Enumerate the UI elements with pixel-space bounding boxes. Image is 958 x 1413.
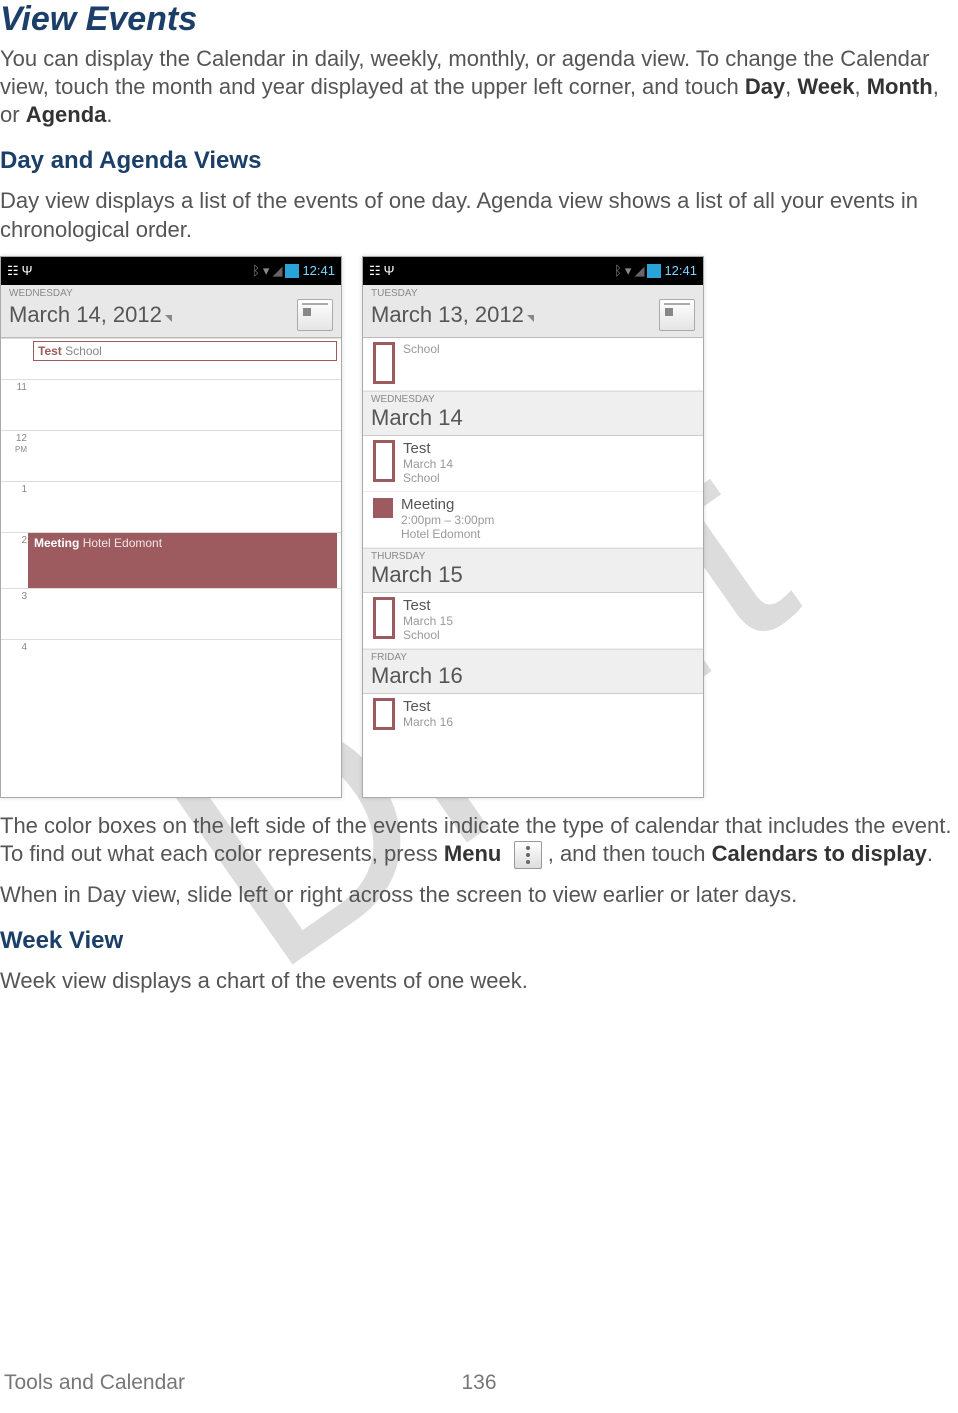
android-icon: ☷ xyxy=(369,263,381,279)
date-selector[interactable]: March 14, 2012 xyxy=(9,302,172,328)
day-agenda-desc: Day view displays a list of the events o… xyxy=(0,187,958,243)
hour-12: 12PM xyxy=(1,431,29,481)
section-day-agenda: Day and Agenda Views xyxy=(0,147,958,175)
section-week: Week View xyxy=(0,927,958,955)
battery-icon xyxy=(647,264,661,278)
agenda-date: March 16 xyxy=(363,663,703,694)
status-bar: ☷ Ψ ᛒ ▾ ◢ 12:41 xyxy=(1,257,341,285)
agenda-dow: WEDNESDAY xyxy=(363,391,703,405)
wifi-icon: ▾ xyxy=(263,263,270,279)
agenda-event[interactable]: School xyxy=(363,338,703,391)
hour-4: 4 xyxy=(1,640,29,690)
color-desc: The color boxes on the left side of the … xyxy=(0,812,958,869)
agenda-event[interactable]: Test March 16 xyxy=(363,694,703,736)
hour-11: 11 xyxy=(1,380,29,430)
hour-label xyxy=(1,339,29,379)
usb-icon: Ψ xyxy=(384,263,395,279)
event-meeting[interactable]: Meeting Hotel Edomont xyxy=(28,533,337,588)
agenda-view-screenshot: ☷ Ψ ᛒ ▾ ◢ 12:41 TUESDAY March 13, 2012 S xyxy=(362,256,704,798)
page-footer: Tools and Calendar 136 xyxy=(0,1371,958,1395)
signal-icon: ◢ xyxy=(634,263,644,279)
agenda-date: March 14 xyxy=(363,405,703,436)
agenda-event[interactable]: Meeting 2:00pm – 3:00pm Hotel Edomont xyxy=(363,492,703,548)
android-icon: ☷ xyxy=(7,263,19,279)
page-title: View Events xyxy=(0,0,958,39)
battery-icon xyxy=(285,264,299,278)
today-icon[interactable] xyxy=(297,299,333,331)
page-number: 136 xyxy=(461,1371,496,1395)
hour-3: 3 xyxy=(1,589,29,639)
agenda-event[interactable]: Test March 14 School xyxy=(363,436,703,492)
agenda-dow: FRIDAY xyxy=(363,649,703,663)
today-icon[interactable] xyxy=(659,299,695,331)
wifi-icon: ▾ xyxy=(625,263,632,279)
week-desc: Week view displays a chart of the events… xyxy=(0,967,958,995)
slide-desc: When in Day view, slide left or right ac… xyxy=(0,881,958,909)
status-time: 12:41 xyxy=(302,263,335,278)
hour-2: 2 xyxy=(1,533,29,588)
status-bar: ☷ Ψ ᛒ ▾ ◢ 12:41 xyxy=(363,257,703,285)
day-of-week: TUESDAY xyxy=(363,285,703,299)
bluetooth-icon: ᛒ xyxy=(252,263,260,278)
agenda-event[interactable]: Test March 15 School xyxy=(363,593,703,649)
bluetooth-icon: ᛒ xyxy=(614,263,622,278)
date-selector[interactable]: March 13, 2012 xyxy=(371,302,534,328)
footer-section: Tools and Calendar xyxy=(4,1371,185,1395)
screenshot-row: ☷ Ψ ᛒ ▾ ◢ 12:41 WEDNESDAY March 14, 2012 xyxy=(0,256,958,798)
agenda-dow: THURSDAY xyxy=(363,548,703,562)
menu-icon xyxy=(514,841,542,869)
status-time: 12:41 xyxy=(664,263,697,278)
usb-icon: Ψ xyxy=(22,263,33,279)
calendar-header: WEDNESDAY March 14, 2012 xyxy=(1,285,341,338)
event-test[interactable]: Test School xyxy=(33,341,337,361)
calendar-header: TUESDAY March 13, 2012 xyxy=(363,285,703,338)
signal-icon: ◢ xyxy=(272,263,282,279)
intro-paragraph: You can display the Calendar in daily, w… xyxy=(0,45,958,129)
day-of-week: WEDNESDAY xyxy=(1,285,341,299)
day-view-screenshot: ☷ Ψ ᛒ ▾ ◢ 12:41 WEDNESDAY March 14, 2012 xyxy=(0,256,342,798)
hour-1: 1 xyxy=(1,482,29,532)
agenda-date: March 15 xyxy=(363,562,703,593)
